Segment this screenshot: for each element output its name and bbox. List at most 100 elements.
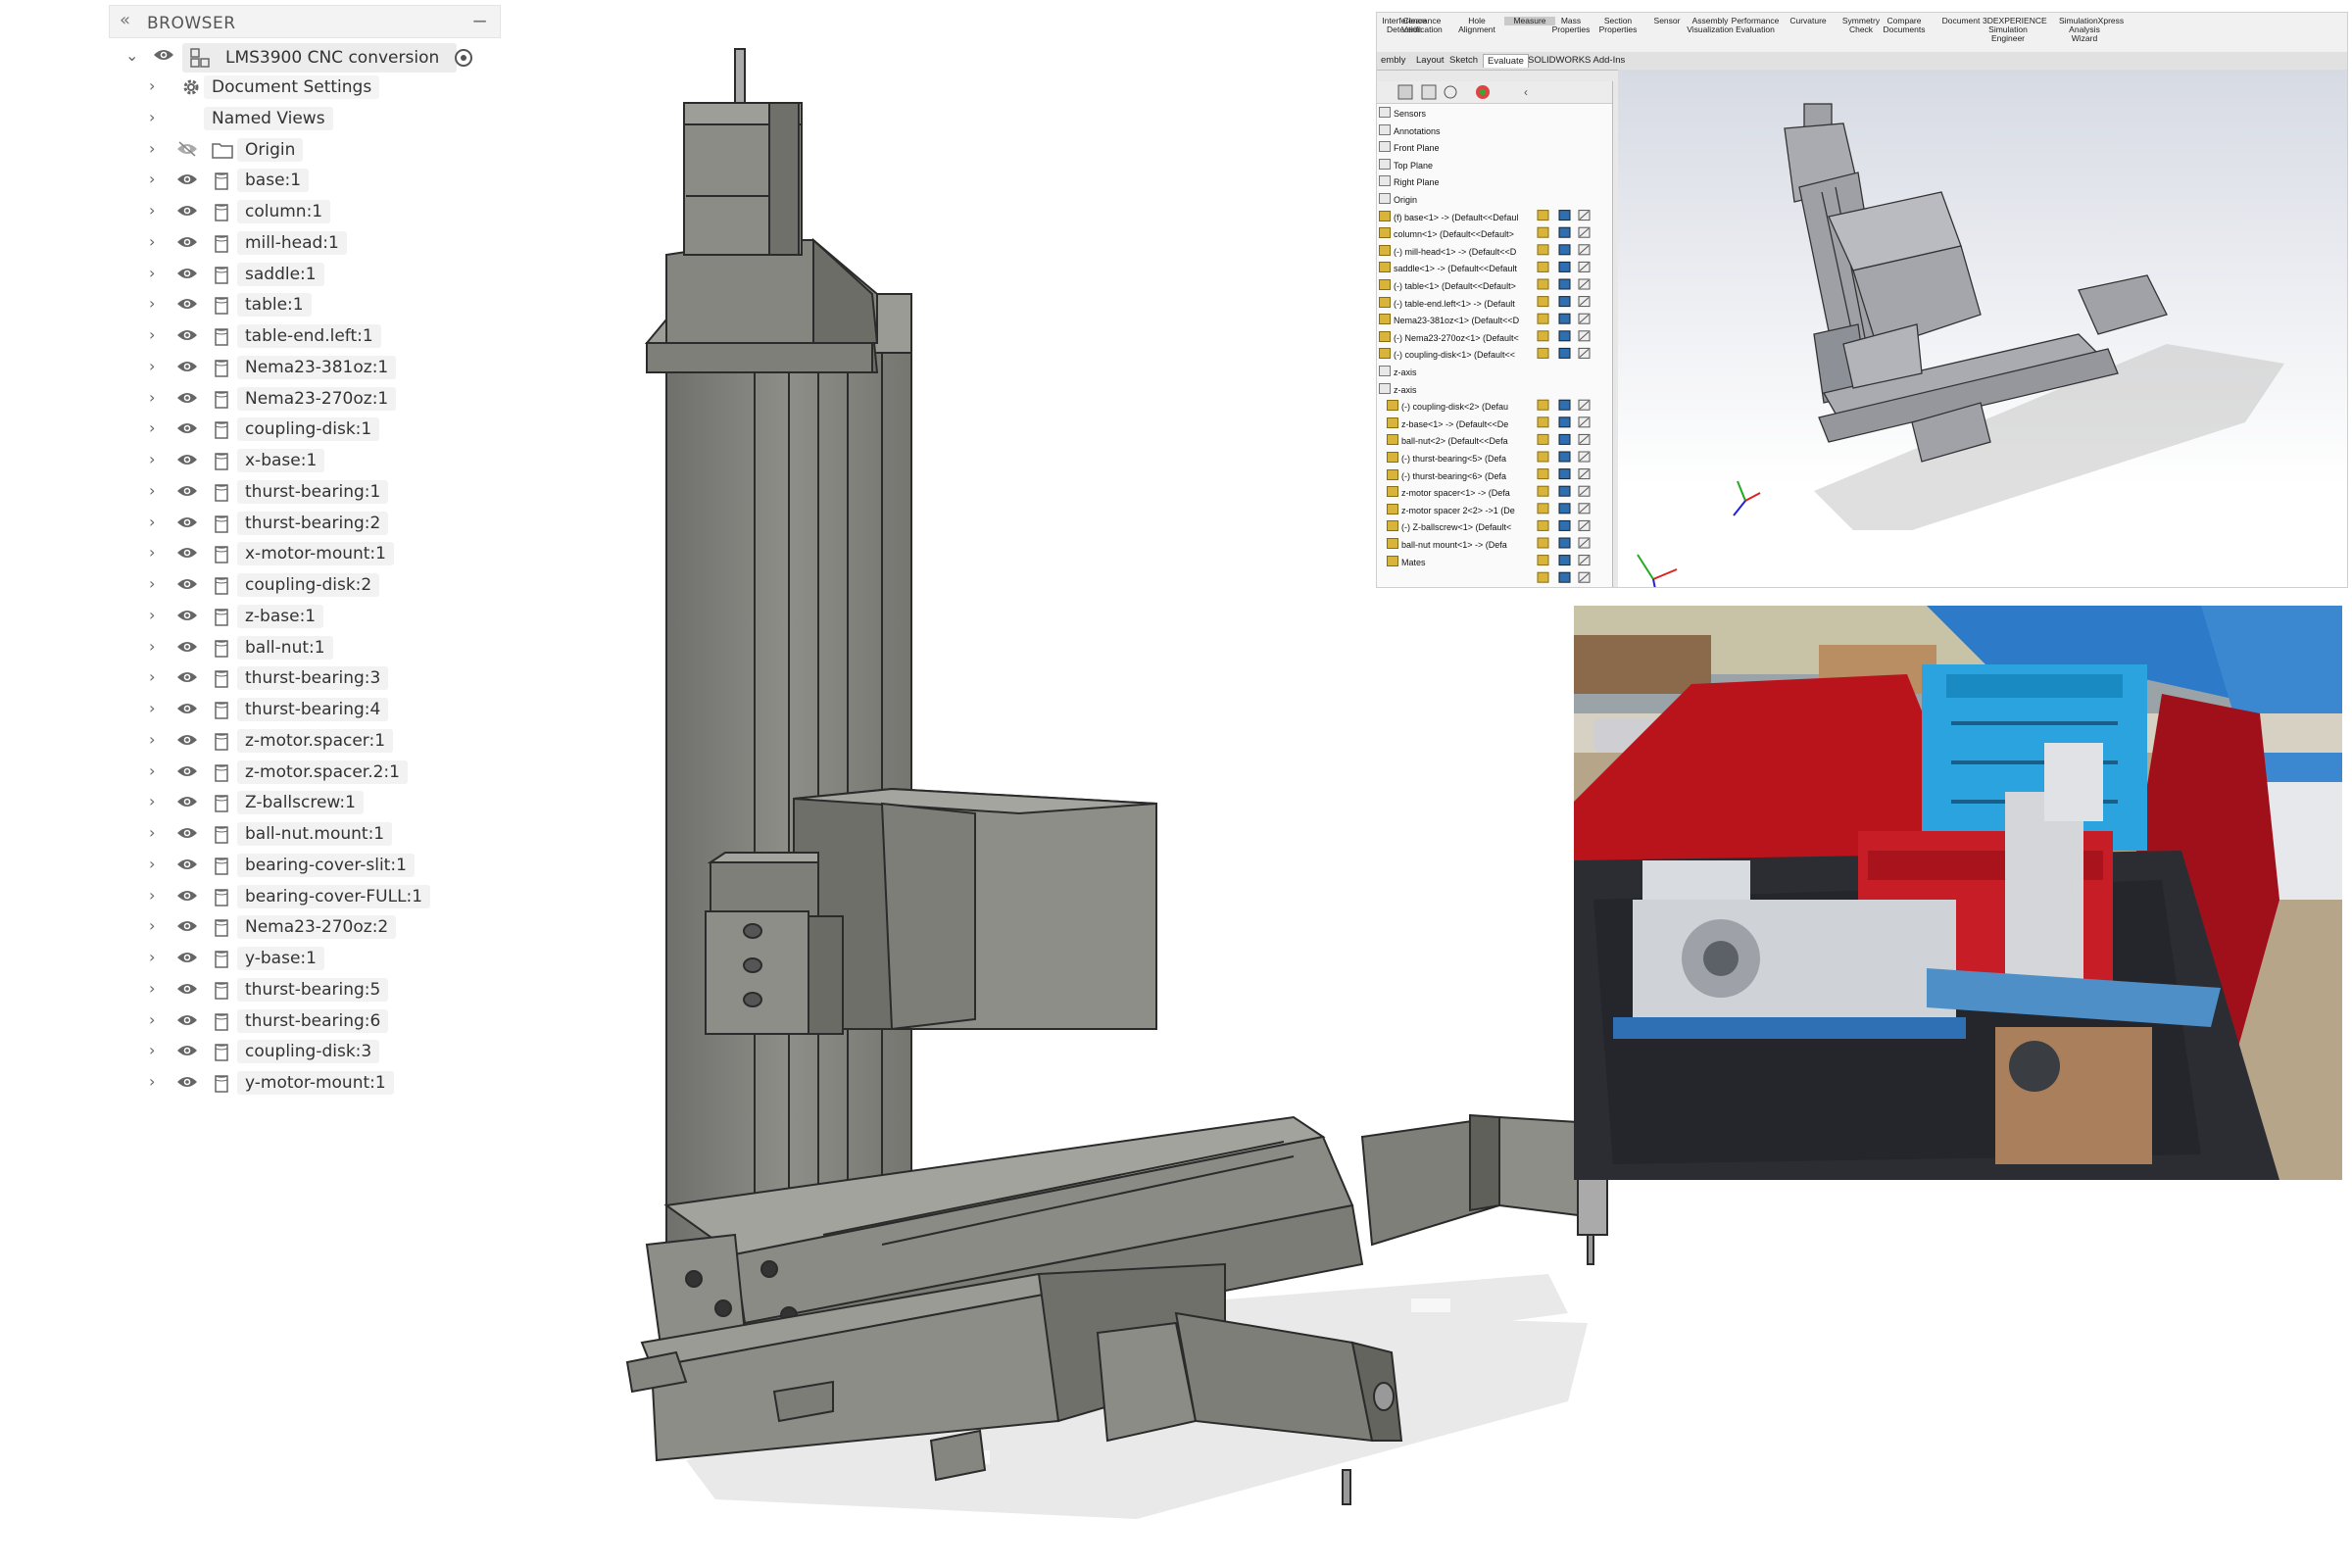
chevron-right-icon[interactable]: › (149, 574, 155, 593)
eye-icon[interactable] (176, 763, 198, 783)
chevron-right-icon[interactable]: › (149, 1041, 155, 1059)
sw-tree-item[interactable]: z-motor spacer 2<2> ->1 (De (1387, 503, 1515, 515)
chevron-right-icon[interactable]: › (149, 232, 155, 251)
sw-tree-item[interactable]: (f) base<1> -> (Default<<Defaul (1379, 210, 1518, 222)
z-motor-mount-part[interactable] (644, 237, 879, 373)
chevron-right-icon[interactable]: › (149, 481, 155, 500)
sw-tree-item[interactable]: ball-nut mount<1> -> (Defa (1387, 538, 1507, 550)
eye-icon[interactable] (176, 794, 198, 813)
sw-tree-item[interactable]: (-) table<1> (Default<<Default> (1379, 279, 1516, 291)
chevron-right-icon[interactable]: › (149, 543, 155, 562)
eye-icon[interactable] (176, 234, 198, 254)
chevron-right-icon[interactable]: › (149, 294, 155, 313)
eye-icon[interactable] (176, 701, 198, 720)
sw-tree-item[interactable]: (-) mill-head<1> -> (Default<<D (1379, 244, 1516, 257)
eye-icon[interactable] (176, 1012, 198, 1032)
sw-tool-button[interactable]: Assembly Visualization (1685, 17, 1736, 34)
sw-tool-button[interactable]: SimulationXpress Analysis Wizard (2059, 17, 2124, 43)
browser-item[interactable]: › Named Views (149, 105, 561, 134)
browser-item[interactable]: › thurst-bearing:2 (149, 510, 561, 539)
chevron-right-icon[interactable]: › (149, 325, 155, 344)
sw-tree-item[interactable]: z-axis (1379, 366, 1417, 377)
browser-item[interactable]: › thurst-bearing:5 (149, 976, 561, 1005)
eye-icon[interactable] (176, 172, 198, 191)
sw-tree-item[interactable]: z-axis (1379, 382, 1417, 395)
browser-item[interactable]: › Document Settings (149, 74, 561, 103)
browser-item[interactable]: › ball-nut.mount:1 (149, 820, 561, 850)
browser-item[interactable]: › coupling-disk:2 (149, 571, 561, 601)
chevron-right-icon[interactable]: › (149, 139, 155, 158)
sw-tree-item[interactable]: z-base<1> -> (Default<<De (1387, 416, 1508, 429)
sw-tree-item[interactable]: (-) coupling-disk<2> (Defau (1387, 400, 1508, 412)
sw-tree-item[interactable]: Origin (1379, 193, 1417, 205)
chevron-right-icon[interactable]: › (149, 823, 155, 842)
chevron-right-icon[interactable]: › (149, 76, 155, 95)
browser-item[interactable]: › table-end.left:1 (149, 322, 561, 352)
hidden-eye-icon[interactable] (176, 140, 198, 161)
browser-item[interactable]: › thurst-bearing:4 (149, 696, 561, 725)
chevron-right-icon[interactable]: › (149, 264, 155, 282)
sw-tool-button[interactable]: Hole Alignment (1451, 17, 1502, 34)
browser-item[interactable]: › column:1 (149, 198, 561, 227)
sw-tree-item[interactable]: (-) coupling-disk<1> (Default<< (1379, 348, 1515, 360)
eye-icon[interactable] (153, 47, 174, 67)
browser-item[interactable]: › x-motor-mount:1 (149, 540, 561, 569)
chevron-right-icon[interactable]: › (149, 979, 155, 998)
sw-tree-item[interactable]: Front Plane (1379, 141, 1440, 153)
eye-icon[interactable] (176, 950, 198, 969)
sw-tree-item[interactable]: (-) table-end.left<1> -> (Default (1379, 296, 1515, 309)
sw-tool-button[interactable]: Document (1936, 17, 1986, 25)
chevron-right-icon[interactable]: › (149, 513, 155, 531)
browser-item[interactable]: › saddle:1 (149, 261, 561, 290)
chevron-right-icon[interactable]: › (149, 388, 155, 407)
sw-tool-button[interactable]: Mass Properties (1545, 17, 1596, 34)
browser-item[interactable]: › Nema23-381oz:1 (149, 354, 561, 383)
eye-icon[interactable] (176, 203, 198, 222)
chevron-right-icon[interactable]: › (149, 108, 155, 126)
sw-tree-item[interactable]: Top Plane (1379, 158, 1433, 171)
eye-icon[interactable] (176, 1043, 198, 1062)
browser-item[interactable]: › thurst-bearing:3 (149, 664, 561, 694)
chevron-right-icon[interactable]: › (149, 730, 155, 749)
chevron-right-icon[interactable]: › (149, 1010, 155, 1029)
sw-tree-item[interactable]: (-) Nema23-270oz<1> (Default< (1379, 330, 1519, 343)
browser-item[interactable]: › mill-head:1 (149, 229, 561, 259)
activate-radio-button[interactable] (455, 49, 472, 67)
eye-icon[interactable] (176, 639, 198, 659)
sw-tool-button[interactable]: 3DEXPERIENCE Simulation Engineer (1983, 17, 2047, 43)
eye-icon[interactable] (176, 608, 198, 627)
sw-tree-item[interactable]: column<1> (Default<<Default> (1379, 227, 1514, 239)
browser-item[interactable]: › bearing-cover-FULL:1 (149, 883, 561, 912)
chevron-right-icon[interactable]: › (149, 699, 155, 717)
sw-command-tab[interactable]: Evaluate (1483, 54, 1529, 68)
sw-tool-button[interactable]: Clearance Verification (1396, 17, 1447, 34)
eye-icon[interactable] (176, 981, 198, 1001)
sw-tool-button[interactable]: Compare Documents (1879, 17, 1930, 34)
chevron-right-icon[interactable]: › (149, 418, 155, 437)
chevron-right-icon[interactable]: › (149, 357, 155, 375)
sw-tree-item[interactable]: ball-nut<2> (Default<<Defa (1387, 434, 1508, 446)
chevron-right-icon[interactable]: › (149, 916, 155, 935)
chevron-down-icon[interactable]: ⌄ (125, 46, 138, 65)
chevron-right-icon[interactable]: › (149, 606, 155, 624)
eye-icon[interactable] (176, 514, 198, 534)
sw-tool-button[interactable]: Section Properties (1592, 17, 1643, 34)
sw-tool-button[interactable]: Curvature (1783, 17, 1834, 25)
root-component-row[interactable]: ⌄ LMS3900 CNC conversion (125, 43, 557, 73)
column-part[interactable] (663, 293, 912, 1246)
minimize-panel-button[interactable]: − (471, 9, 488, 32)
sw-tree-item[interactable]: (-) thurst-bearing<5> (Defa (1387, 452, 1506, 464)
eye-icon[interactable] (176, 483, 198, 503)
browser-item[interactable]: › coupling-disk:3 (149, 1038, 561, 1067)
eye-icon[interactable] (176, 918, 198, 938)
sw-tree-item[interactable]: Mates (1387, 555, 1426, 567)
chevron-right-icon[interactable]: › (149, 948, 155, 966)
eye-icon[interactable] (176, 296, 198, 316)
browser-item[interactable]: › base:1 (149, 167, 561, 196)
eye-icon[interactable] (176, 359, 198, 378)
eye-icon[interactable] (176, 857, 198, 876)
chevron-right-icon[interactable]: › (149, 886, 155, 905)
chevron-right-icon[interactable]: › (149, 1072, 155, 1091)
mill-head-part[interactable] (793, 787, 1157, 1031)
browser-item[interactable]: › Nema23-270oz:1 (149, 385, 561, 415)
